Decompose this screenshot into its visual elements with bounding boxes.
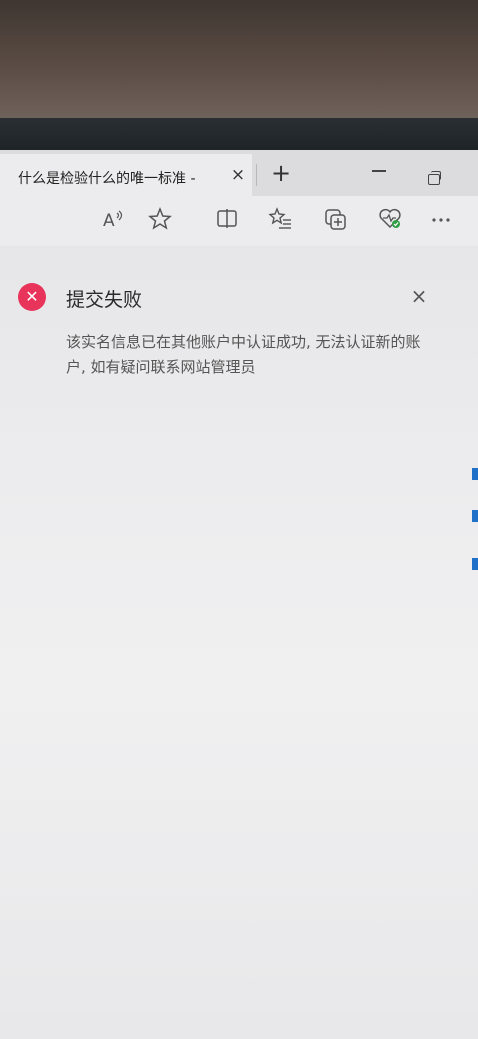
- close-icon[interactable]: ×: [408, 284, 430, 308]
- edge-indicator: [472, 468, 478, 480]
- new-tab-icon[interactable]: +: [271, 158, 291, 188]
- browser-window: 什么是检验什么的唯一标准 - × + A ✕ 提交失败 × 该实名信息已在其他账…: [0, 150, 478, 1039]
- edge-indicator: [472, 510, 478, 522]
- notice-message: 该实名信息已在其他账户中认证成功, 无法认证新的账户, 如有疑问联系网站管理员: [66, 333, 421, 376]
- notice-title: 提交失败: [66, 289, 143, 311]
- more-icon[interactable]: [428, 206, 454, 232]
- minimize-icon[interactable]: [372, 170, 386, 172]
- svg-text:A: A: [103, 211, 115, 231]
- split-screen-icon[interactable]: [214, 206, 240, 232]
- collections-icon[interactable]: [323, 206, 349, 232]
- edge-indicator: [472, 558, 478, 570]
- tab-title: 什么是检验什么的唯一标准 -: [18, 171, 196, 187]
- read-aloud-icon[interactable]: A: [100, 206, 126, 232]
- favorite-star-icon[interactable]: [147, 206, 173, 232]
- room-background: [0, 0, 478, 118]
- browser-essentials-icon[interactable]: [377, 206, 403, 232]
- restore-icon[interactable]: [428, 171, 441, 185]
- favorites-list-icon[interactable]: [268, 206, 294, 232]
- tab-close-icon[interactable]: ×: [228, 165, 248, 185]
- error-icon: ✕: [18, 283, 46, 311]
- active-tab[interactable]: 什么是检验什么的唯一标准 - ×: [0, 154, 252, 196]
- tab-separator: [256, 164, 257, 186]
- browser-toolbar: A: [0, 196, 478, 246]
- error-notice: ✕ 提交失败 × 该实名信息已在其他账户中认证成功, 无法认证新的账户, 如有疑…: [0, 262, 478, 412]
- tab-bar: 什么是检验什么的唯一标准 - × +: [0, 150, 478, 196]
